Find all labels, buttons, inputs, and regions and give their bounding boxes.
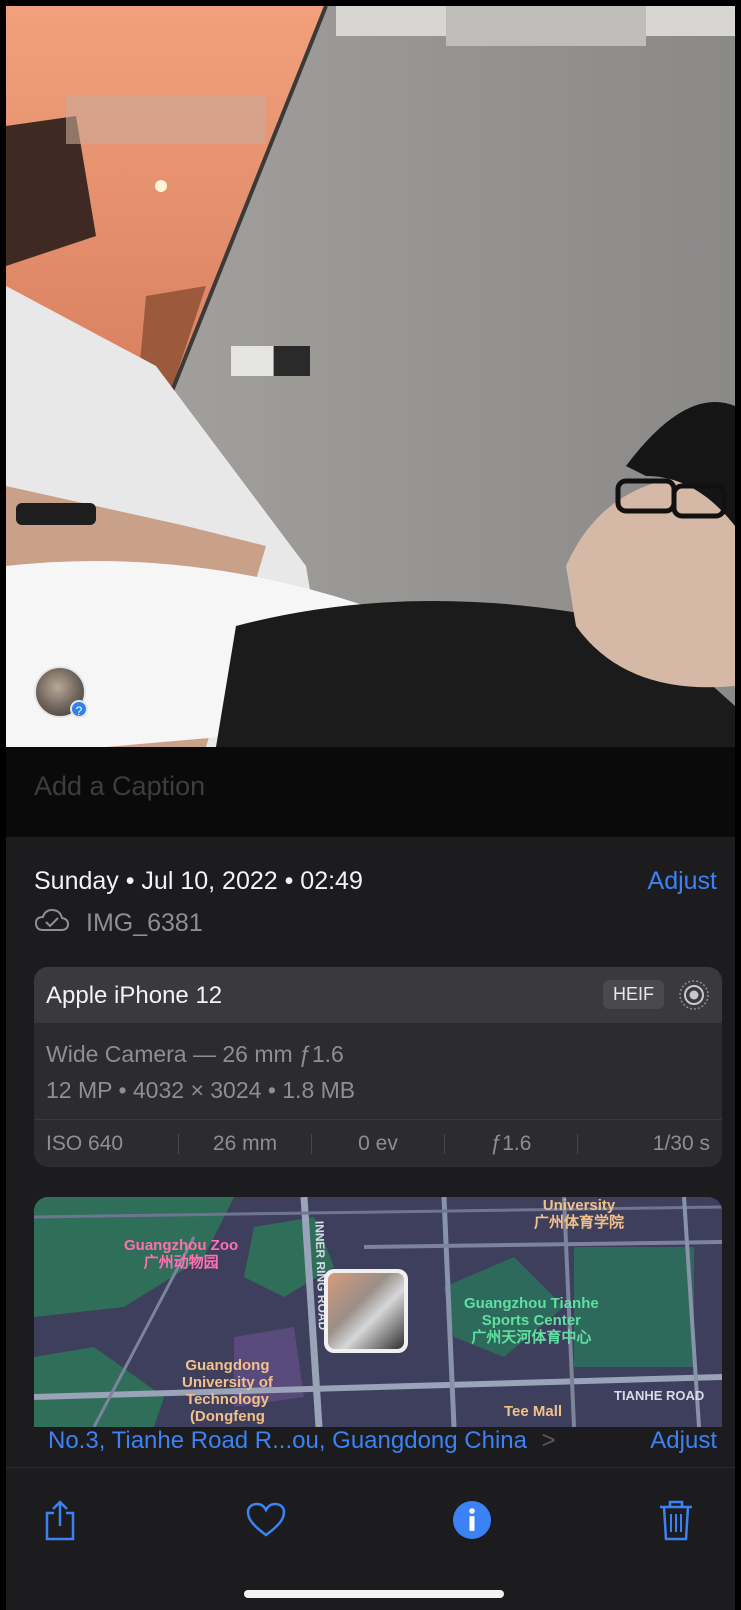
camera-card: Apple iPhone 12 HEIF Wide Camera — 26 mm… xyxy=(34,967,722,1167)
photo-viewer[interactable]: ? xyxy=(6,6,735,747)
caption-area[interactable]: Add a Caption xyxy=(6,747,735,837)
exif-row: ISO 640 26 mm 0 ev ƒ1.6 1/30 s xyxy=(34,1119,722,1167)
lens-info: Wide Camera — 26 mm ƒ1.6 xyxy=(46,1041,344,1067)
map-label-tianhe-road: TIANHE ROAD xyxy=(614,1388,705,1403)
info-icon xyxy=(453,1501,491,1539)
filename-row: IMG_6381 xyxy=(34,907,203,940)
adjust-location-button[interactable]: Adjust xyxy=(650,1427,717,1455)
favorite-button[interactable] xyxy=(242,1496,290,1544)
trash-icon xyxy=(660,1500,692,1541)
format-badge: HEIF xyxy=(602,980,664,1009)
map-label-sports-center: Guangzhou Tianhe Sports Center 广州天河体育中心 xyxy=(464,1295,599,1346)
photo-image xyxy=(6,6,735,747)
people-avatar[interactable]: ? xyxy=(34,666,88,718)
map-label-zoo: Guangzhou Zoo 广州动物园 xyxy=(124,1237,239,1271)
location-map[interactable]: Guangzhou Zoo 广州动物园 University 广州体育学院 Gu… xyxy=(34,1197,722,1427)
home-indicator[interactable] xyxy=(244,1590,504,1598)
map-photo-pin[interactable] xyxy=(324,1269,408,1353)
map-label-gdut: Guangdong University of Technology (Dong… xyxy=(182,1357,273,1425)
exif-aperture: ƒ1.6 xyxy=(490,1132,532,1155)
exif-iso: ISO 640 xyxy=(46,1132,124,1155)
map-photo-thumbnail xyxy=(328,1273,404,1349)
bottom-toolbar xyxy=(6,1467,735,1610)
image-specs: 12 MP • 4032 × 3024 • 1.8 MB xyxy=(46,1077,356,1103)
caption-placeholder[interactable]: Add a Caption xyxy=(34,771,205,802)
delete-button[interactable] xyxy=(652,1496,700,1544)
live-photo-icon xyxy=(678,979,710,1011)
map-label-university: University 广州体育学院 xyxy=(534,1197,625,1231)
info-button[interactable] xyxy=(448,1496,496,1544)
map-label-tee-mall: Tee Mall xyxy=(504,1403,563,1420)
icloud-icon xyxy=(34,907,70,940)
filename: IMG_6381 xyxy=(86,909,203,937)
chevron-right-icon: > xyxy=(541,1427,556,1454)
unknown-person-badge: ? xyxy=(70,700,88,718)
location-address[interactable]: No.3, Tianhe Road R...ou, Guangdong Chin… xyxy=(48,1427,556,1455)
camera-card-header: Apple iPhone 12 HEIF xyxy=(34,967,722,1023)
share-button[interactable] xyxy=(36,1496,84,1544)
exif-exposure-value: 0 ev xyxy=(358,1132,398,1155)
share-icon xyxy=(45,1500,75,1541)
exif-shutter: 1/30 s xyxy=(652,1132,710,1155)
heart-icon xyxy=(246,1502,286,1537)
adjust-datetime-button[interactable]: Adjust xyxy=(648,867,717,896)
device-name: Apple iPhone 12 xyxy=(46,982,223,1009)
info-panel: Sunday • Jul 10, 2022 • 02:49 Adjust IMG… xyxy=(6,837,735,1467)
photo-datetime: Sunday • Jul 10, 2022 • 02:49 xyxy=(34,867,363,895)
exif-focal-length: 26 mm xyxy=(212,1132,278,1155)
